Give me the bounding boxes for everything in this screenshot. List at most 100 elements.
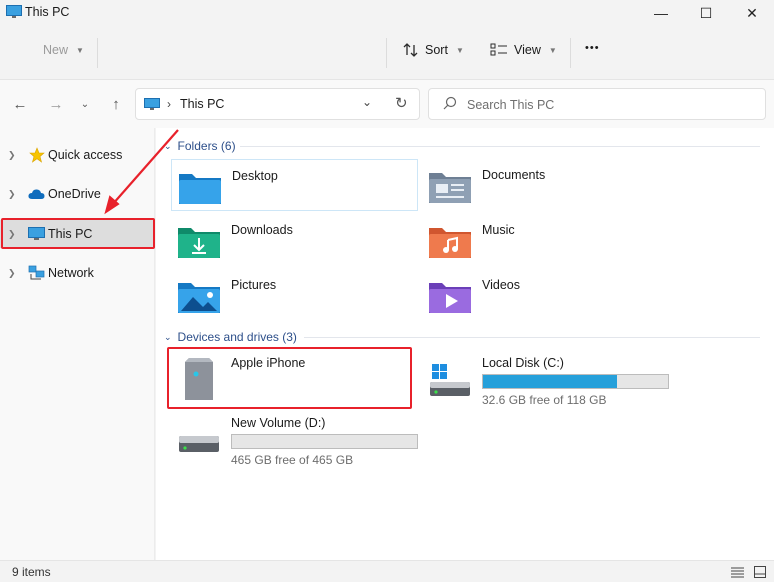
drive-usage-bar bbox=[482, 374, 669, 389]
cloud-icon bbox=[28, 186, 45, 202]
chevron-right-icon[interactable]: ❯ bbox=[8, 229, 20, 240]
computer-icon bbox=[28, 226, 45, 242]
folder-downloads[interactable]: Downloads bbox=[171, 214, 418, 266]
view-label: View bbox=[514, 43, 541, 57]
sort-icon bbox=[403, 43, 418, 57]
new-button[interactable]: New ▼ bbox=[43, 43, 84, 57]
sidebar-item-onedrive[interactable]: ❯ OneDrive bbox=[0, 180, 155, 208]
group-divider bbox=[304, 337, 760, 338]
device-apple-iphone[interactable]: Apple iPhone bbox=[171, 350, 421, 410]
chevron-down-icon: ⌄ bbox=[80, 98, 90, 110]
folder-name: Desktop bbox=[232, 169, 278, 183]
search-icon bbox=[443, 96, 457, 110]
folder-name: Downloads bbox=[231, 223, 293, 237]
drive-local-disk-c[interactable]: Local Disk (C:) 32.6 GB free of 118 GB bbox=[422, 350, 672, 410]
view-icon bbox=[490, 43, 507, 56]
refresh-icon[interactable]: ↻ bbox=[395, 94, 408, 112]
more-options-button[interactable]: ••• bbox=[585, 42, 600, 54]
more-icon: ••• bbox=[585, 42, 600, 54]
star-icon bbox=[28, 147, 45, 163]
device-name: Apple iPhone bbox=[231, 356, 306, 370]
desktop-folder-icon bbox=[179, 174, 221, 204]
chevron-right-icon[interactable]: ❯ bbox=[8, 150, 20, 161]
arrow-up-icon: ↑ bbox=[112, 95, 120, 113]
folder-music[interactable]: Music bbox=[422, 214, 669, 266]
title-bar: This PC — ☐ ✕ bbox=[0, 0, 774, 26]
folder-videos[interactable]: Videos bbox=[422, 269, 669, 321]
maximize-button[interactable]: ☐ bbox=[683, 0, 729, 26]
sidebar-item-label: OneDrive bbox=[48, 187, 101, 201]
folder-name: Pictures bbox=[231, 278, 277, 292]
hard-drive-icon bbox=[179, 436, 219, 452]
breadcrumb-this-pc[interactable]: This PC bbox=[180, 97, 224, 111]
folder-desktop[interactable]: Desktop bbox=[171, 159, 418, 211]
drive-usage-fill bbox=[483, 375, 617, 388]
window-title: This PC bbox=[25, 5, 70, 19]
drive-new-volume-d[interactable]: New Volume (D:) 465 GB free of 465 GB bbox=[171, 410, 421, 470]
new-label: New bbox=[43, 43, 69, 57]
videos-folder-icon bbox=[429, 283, 471, 313]
item-count: 9 items bbox=[12, 565, 51, 579]
address-dropdown-icon[interactable]: ⌄ bbox=[362, 95, 372, 109]
minimize-button[interactable]: — bbox=[638, 0, 684, 26]
content-pane: ⌄ Folders (6) Desktop Documents Download… bbox=[156, 128, 774, 560]
navigation-bar: ← → ⌄ ↑ › This PC ⌄ ↻ bbox=[0, 80, 774, 128]
folder-name: Documents bbox=[482, 168, 546, 182]
details-view-button[interactable] bbox=[729, 564, 745, 580]
drive-free-space: 32.6 GB free of 118 GB bbox=[482, 393, 607, 407]
documents-folder-icon bbox=[429, 173, 471, 203]
music-folder-icon bbox=[429, 228, 471, 258]
toolbar-divider bbox=[570, 38, 571, 68]
search-box[interactable] bbox=[428, 88, 766, 120]
folder-pictures[interactable]: Pictures bbox=[171, 269, 418, 321]
pictures-folder-icon bbox=[178, 283, 220, 313]
network-icon bbox=[28, 265, 45, 281]
drive-free-space: 465 GB free of 465 GB bbox=[231, 453, 354, 467]
sort-label: Sort bbox=[425, 43, 448, 57]
group-divider bbox=[240, 146, 760, 147]
sidebar-item-this-pc[interactable]: ❯ This PC bbox=[0, 220, 155, 248]
arrow-right-icon: → bbox=[48, 95, 64, 113]
close-button[interactable]: ✕ bbox=[729, 0, 774, 26]
chevron-right-icon[interactable]: ❯ bbox=[8, 189, 20, 200]
sort-button[interactable]: Sort ▼ bbox=[403, 43, 464, 57]
toolbar-divider bbox=[97, 38, 98, 68]
folder-name: Music bbox=[482, 223, 515, 237]
drive-name: Local Disk (C:) bbox=[482, 356, 564, 370]
status-bar: 9 items bbox=[0, 560, 774, 582]
folders-group-header[interactable]: ⌄ Folders (6) bbox=[164, 139, 760, 153]
arrow-left-icon: ← bbox=[12, 95, 28, 113]
toolbar-divider bbox=[386, 38, 387, 68]
back-button[interactable]: ← bbox=[10, 94, 30, 114]
details-view-icon bbox=[730, 567, 744, 577]
sidebar-item-network[interactable]: ❯ Network bbox=[0, 259, 155, 287]
devices-group-label: Devices and drives (3) bbox=[177, 330, 297, 344]
downloads-folder-icon bbox=[178, 228, 220, 258]
sidebar-item-label: This PC bbox=[48, 227, 93, 241]
chevron-down-icon: ▼ bbox=[76, 45, 84, 55]
recent-locations-button[interactable]: ⌄ bbox=[75, 94, 95, 114]
sidebar-item-quick-access[interactable]: ❯ Quick access bbox=[0, 141, 155, 169]
search-input[interactable] bbox=[467, 95, 747, 115]
view-button[interactable]: View ▼ bbox=[490, 43, 557, 57]
chevron-down-icon: ▼ bbox=[548, 45, 557, 55]
folder-name: Videos bbox=[482, 278, 520, 292]
windows-drive-icon bbox=[430, 364, 470, 396]
computer-icon bbox=[144, 98, 160, 110]
chevron-down-icon: ⌄ bbox=[164, 140, 172, 151]
phone-device-icon bbox=[185, 358, 213, 400]
sidebar-item-label: Network bbox=[48, 266, 94, 280]
address-bar[interactable]: › This PC ⌄ ↻ bbox=[135, 88, 420, 120]
chevron-right-icon: › bbox=[167, 97, 171, 111]
tiles-view-icon bbox=[754, 566, 766, 578]
drive-name: New Volume (D:) bbox=[231, 416, 326, 430]
navigation-pane: ❯ Quick access ❯ OneDrive ❯ This PC ❯ Ne… bbox=[0, 128, 155, 560]
devices-group-header[interactable]: ⌄ Devices and drives (3) bbox=[164, 330, 760, 344]
tiles-view-button[interactable] bbox=[752, 564, 768, 580]
chevron-right-icon[interactable]: ❯ bbox=[8, 268, 20, 279]
folder-documents[interactable]: Documents bbox=[422, 159, 669, 211]
up-button[interactable]: ↑ bbox=[106, 94, 126, 114]
folders-group-label: Folders (6) bbox=[177, 139, 236, 153]
computer-icon bbox=[6, 5, 22, 18]
forward-button[interactable]: → bbox=[46, 94, 66, 114]
